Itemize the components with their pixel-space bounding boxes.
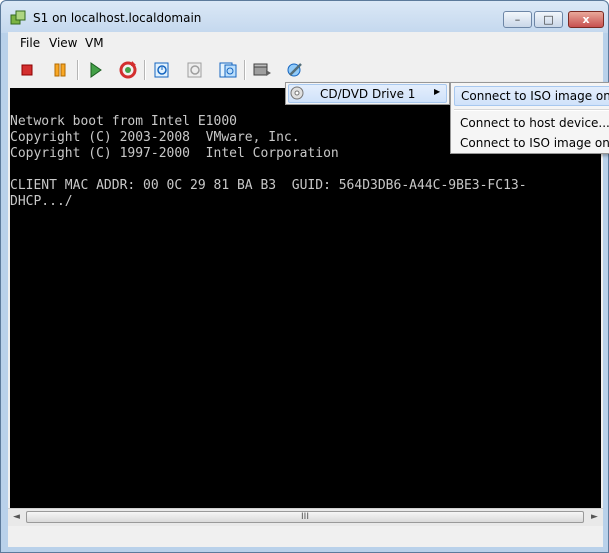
scroll-right-icon[interactable]: ►	[586, 509, 603, 526]
scroll-left-icon[interactable]: ◄	[8, 509, 25, 526]
close-button[interactable]: x	[568, 11, 604, 28]
menu-vm[interactable]: VM	[85, 36, 104, 50]
submenu-arrow-icon: ▶	[434, 87, 441, 96]
reset-icon[interactable]	[117, 59, 139, 81]
title-bar[interactable]: S1 on localhost.localdomain – □ x	[1, 1, 608, 33]
revert-snapshot-icon[interactable]	[184, 59, 206, 81]
scrollbar-thumb[interactable]: III	[26, 511, 584, 523]
cd-dvd-drive-label: CD/DVD Drive 1	[320, 87, 416, 101]
console-line: DHCP.../	[10, 194, 73, 209]
cd-disc-icon	[290, 86, 304, 100]
window-title: S1 on localhost.localdomain	[33, 11, 202, 25]
menu-item-connect-host-device[interactable]: Connect to host device...	[454, 113, 609, 133]
menu-item-connect-iso-local[interactable]: Connect to ISO image on lo	[454, 86, 609, 106]
console-line: CLIENT MAC ADDR: 00 0C 29 81 BA B3 GUID:…	[10, 178, 527, 193]
toolbar-separator	[244, 60, 246, 80]
console-line: Copyright (C) 2003-2008 VMware, Inc.	[10, 130, 300, 145]
device-context-menu: CD/DVD Drive 1 ▶	[285, 82, 450, 105]
vsphere-app-icon	[10, 10, 26, 25]
menu-bar: File View VM	[8, 32, 603, 54]
minimize-icon: –	[514, 13, 521, 26]
manage-snapshots-icon[interactable]	[217, 59, 239, 81]
cd-dvd-submenu: Connect to ISO image on lo Connect to ho…	[450, 82, 609, 154]
menu-file[interactable]: File	[20, 36, 40, 50]
stop-icon[interactable]	[16, 59, 38, 81]
console-line: Network boot from Intel E1000	[10, 114, 237, 129]
status-bar	[8, 526, 603, 547]
menu-view[interactable]: View	[49, 36, 77, 50]
scrollbar-grip-icon: III	[301, 512, 309, 522]
toolbar-separator	[77, 60, 79, 80]
horizontal-scrollbar[interactable]: ◄ III ►	[8, 508, 603, 526]
pause-icon[interactable]	[49, 59, 71, 81]
play-icon[interactable]	[84, 59, 106, 81]
toolbar-separator	[144, 60, 146, 80]
snapshot-icon[interactable]	[151, 59, 173, 81]
maximize-icon: □	[543, 13, 554, 26]
maximize-button[interactable]: □	[534, 11, 563, 28]
close-icon: x	[582, 13, 590, 26]
cd-dvd-device-icon[interactable]	[251, 59, 273, 81]
menu-separator	[454, 109, 609, 111]
menu-item-connect-iso-datastore[interactable]: Connect to ISO image on a	[454, 133, 609, 153]
edit-settings-icon[interactable]	[284, 59, 306, 81]
console-line: Copyright (C) 1997-2000 Intel Corporatio…	[10, 146, 339, 161]
vm-console-screen[interactable]: Network boot from Intel E1000 Copyright …	[10, 88, 601, 538]
minimize-button[interactable]: –	[503, 11, 532, 28]
